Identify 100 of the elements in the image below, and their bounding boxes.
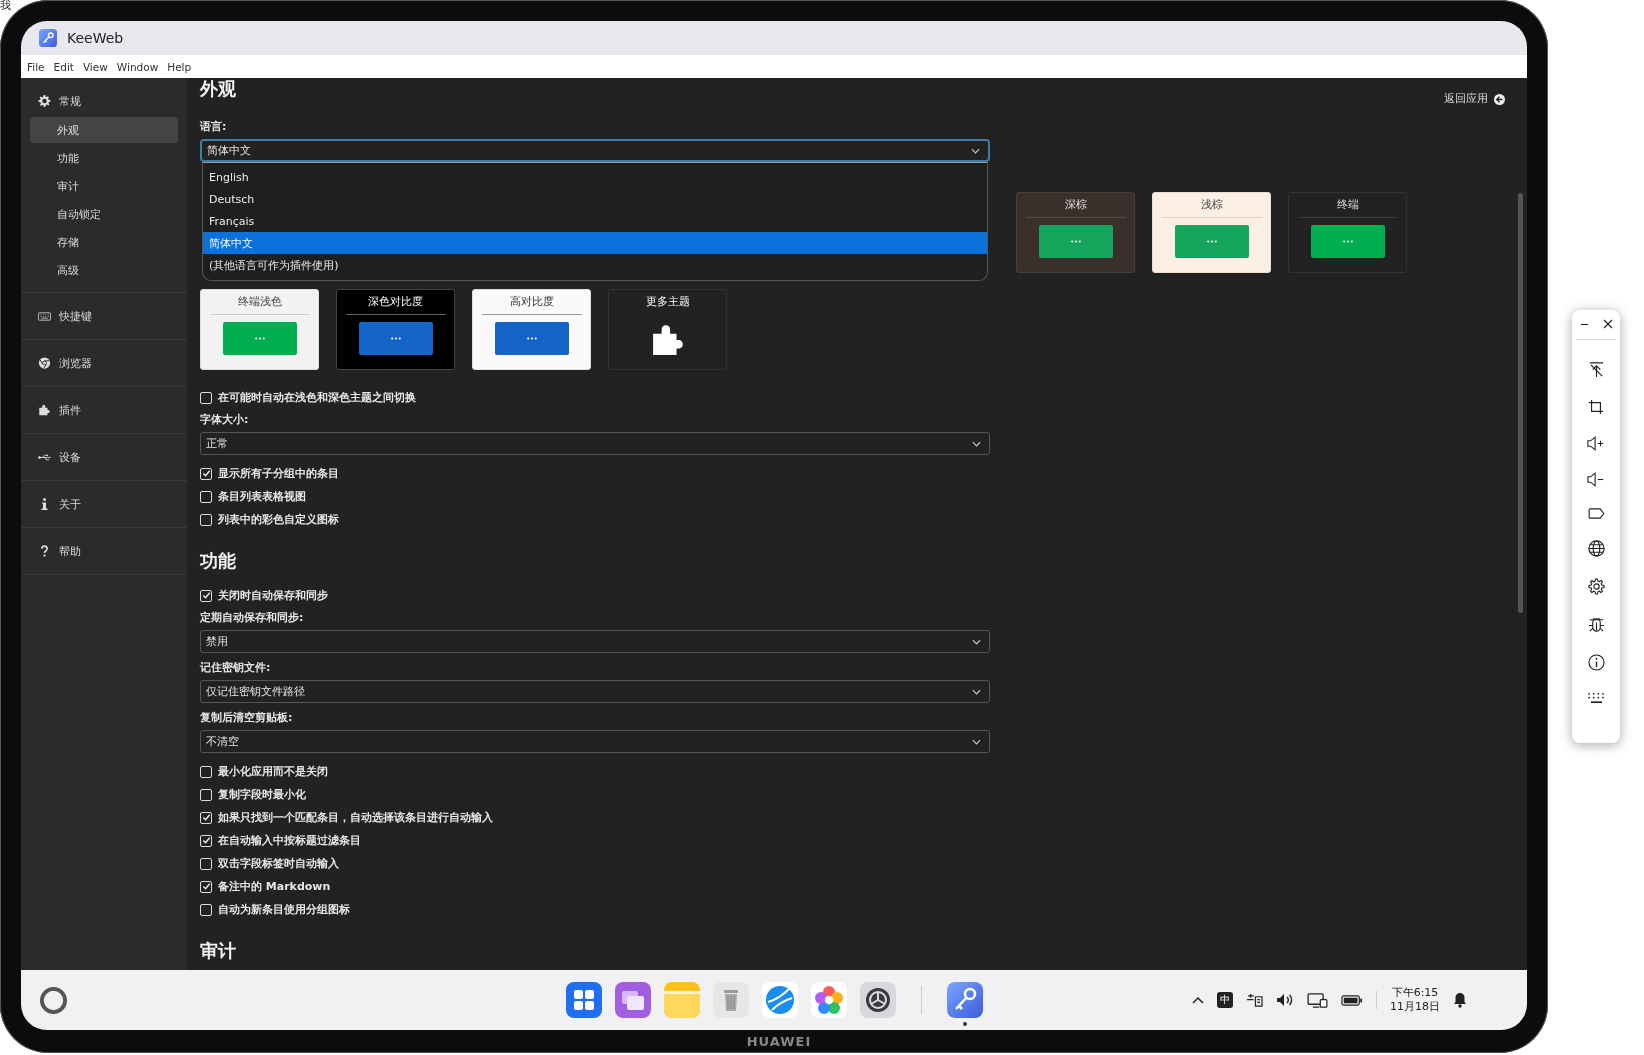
dropdown-option[interactable]: Deutsch [203, 188, 987, 210]
checkbox[interactable] [200, 811, 212, 824]
brand-label: HUAWEI [745, 1033, 813, 1051]
checkbox-label: 关闭时自动保存和同步 [218, 588, 328, 603]
windows-app-icon[interactable] [614, 982, 651, 1018]
sidebar-item[interactable]: 帮助 [21, 540, 187, 562]
checkbox-label: 在自动输入中按标题过滤条目 [218, 833, 361, 848]
theme-name: 更多主题 [644, 294, 691, 310]
keyboard-icon [38, 311, 51, 321]
sidebar-subitem[interactable]: 存储 [30, 229, 178, 255]
field-label: 语言: [200, 119, 228, 135]
theme-card[interactable]: 高对比度 [472, 289, 591, 370]
sidebar-item[interactable]: 关于 [21, 493, 187, 515]
dropdown-select[interactable]: 简体中文 [200, 139, 990, 162]
dropdown-option[interactable]: Français [203, 210, 987, 232]
dropdown-select[interactable]: 禁用 [200, 630, 990, 653]
checkbox[interactable] [200, 857, 212, 870]
checkbox[interactable] [200, 490, 212, 503]
dropdown-select[interactable]: 仅记住密钥文件路径 [200, 680, 990, 703]
photos-app-icon[interactable] [810, 982, 847, 1018]
section-heading: 功能 [200, 549, 236, 573]
theme-card[interactable]: 更多主题 [608, 289, 727, 370]
pin-off-icon[interactable] [1587, 361, 1605, 378]
theme-card[interactable]: 终端浅色 [200, 289, 319, 370]
theme-name: 浅棕 [1161, 197, 1262, 218]
settings-app-icon[interactable] [859, 982, 896, 1018]
menu-item[interactable]: File [27, 60, 45, 73]
back-link[interactable]: 返回应用 [1442, 90, 1507, 108]
checkbox[interactable] [200, 589, 212, 602]
volume-up-icon[interactable] [1587, 436, 1605, 451]
app-grid-icon[interactable] [565, 982, 602, 1018]
menu-item[interactable]: Edit [53, 60, 74, 73]
chevron-up-icon[interactable] [1192, 996, 1204, 1004]
checkbox-label: 备注中的 Markdown [218, 879, 331, 894]
info-icon[interactable] [1587, 654, 1605, 671]
key-app-icon[interactable] [946, 982, 983, 1018]
dropdown-option[interactable]: 简体中文 [203, 232, 987, 254]
dropdown-option[interactable]: English [203, 166, 987, 188]
dropdown-select[interactable]: 正常 [200, 432, 990, 455]
sidebar-item[interactable]: 快捷键 [21, 305, 187, 327]
sidebar-item[interactable]: 常规 [21, 90, 187, 112]
clock-date: 11月18日 [1390, 1000, 1440, 1014]
ring-icon[interactable] [39, 985, 68, 1015]
checkbox-label: 双击字段标签时自动输入 [218, 856, 339, 871]
crop-icon[interactable] [1588, 399, 1604, 415]
checkbox[interactable] [200, 903, 212, 916]
field-label: 定期自动保存和同步: [200, 610, 305, 626]
screen-cast-icon[interactable] [1307, 992, 1328, 1008]
theme-card[interactable]: 浅棕 [1152, 192, 1271, 273]
close-icon[interactable] [1602, 319, 1613, 329]
usb-icon [38, 452, 51, 462]
bug-icon[interactable] [1587, 616, 1605, 633]
more-icon [526, 337, 537, 340]
chevron-down-icon [972, 638, 981, 645]
menu-item[interactable]: Help [167, 60, 192, 73]
checkbox[interactable] [200, 765, 212, 778]
menu-item[interactable]: View [82, 60, 108, 73]
theme-card[interactable]: 终端 [1288, 192, 1407, 273]
menu-item[interactable]: Window [116, 60, 159, 73]
checkbox-label: 条目列表表格视图 [218, 489, 306, 504]
back-arrow-icon [1494, 93, 1505, 105]
browser-app-icon[interactable] [761, 982, 798, 1018]
more-icon [1070, 240, 1081, 243]
more-icon [390, 337, 401, 340]
keyboard-icon[interactable] [1586, 692, 1606, 705]
sidebar-subitem[interactable]: 自动锁定 [30, 201, 178, 227]
settings-icon[interactable] [1587, 578, 1605, 595]
more-icon [1342, 240, 1353, 243]
sidebar-subitem[interactable]: 高级 [30, 257, 178, 283]
sidebar-subitem[interactable]: 功能 [30, 145, 178, 171]
notification-bell-icon[interactable] [1453, 992, 1467, 1008]
clock[interactable]: 下午6:15 11月18日 [1390, 986, 1440, 1014]
battery-icon[interactable] [1341, 994, 1363, 1006]
globe-icon[interactable] [1587, 540, 1605, 557]
sidebar-item[interactable]: 浏览器 [21, 352, 187, 374]
checkbox[interactable] [200, 788, 212, 801]
sidebar-item[interactable]: 设备 [21, 446, 187, 468]
checkbox-label: 最小化应用而不是关闭 [218, 764, 328, 779]
checkbox[interactable] [200, 513, 212, 526]
dropdown-option[interactable]: (其他语言可作为插件使用) [203, 254, 987, 276]
checkbox[interactable] [200, 467, 212, 480]
theme-card[interactable]: 深色对比度 [336, 289, 455, 370]
checkbox[interactable] [200, 880, 212, 893]
theme-card[interactable]: 深棕 [1016, 192, 1135, 273]
checkbox-label: 如果只找到一个匹配条目，自动选择该条目进行自动输入 [218, 810, 493, 825]
volume-icon[interactable] [1276, 993, 1294, 1007]
input-method-indicator[interactable]: 中 [1217, 992, 1233, 1008]
checkbox-label: 在可能时自动在浅色和深色主题之间切换 [218, 390, 416, 405]
window-title: KeeWeb [67, 30, 124, 46]
chevron-down-icon [972, 688, 981, 695]
more-icon [1206, 240, 1217, 243]
sidebar-item[interactable]: 插件 [21, 399, 187, 421]
keyboard-input-icon[interactable] [1246, 992, 1263, 1008]
sidebar-subitem[interactable]: 审计 [30, 173, 178, 199]
scrollbar[interactable] [1518, 193, 1523, 613]
checkbox[interactable] [200, 391, 212, 404]
volume-down-icon[interactable] [1587, 472, 1605, 487]
dropdown-select[interactable]: 不清空 [200, 730, 990, 753]
checkbox[interactable] [200, 834, 212, 847]
sidebar-subitem[interactable]: 外观 [30, 117, 178, 143]
